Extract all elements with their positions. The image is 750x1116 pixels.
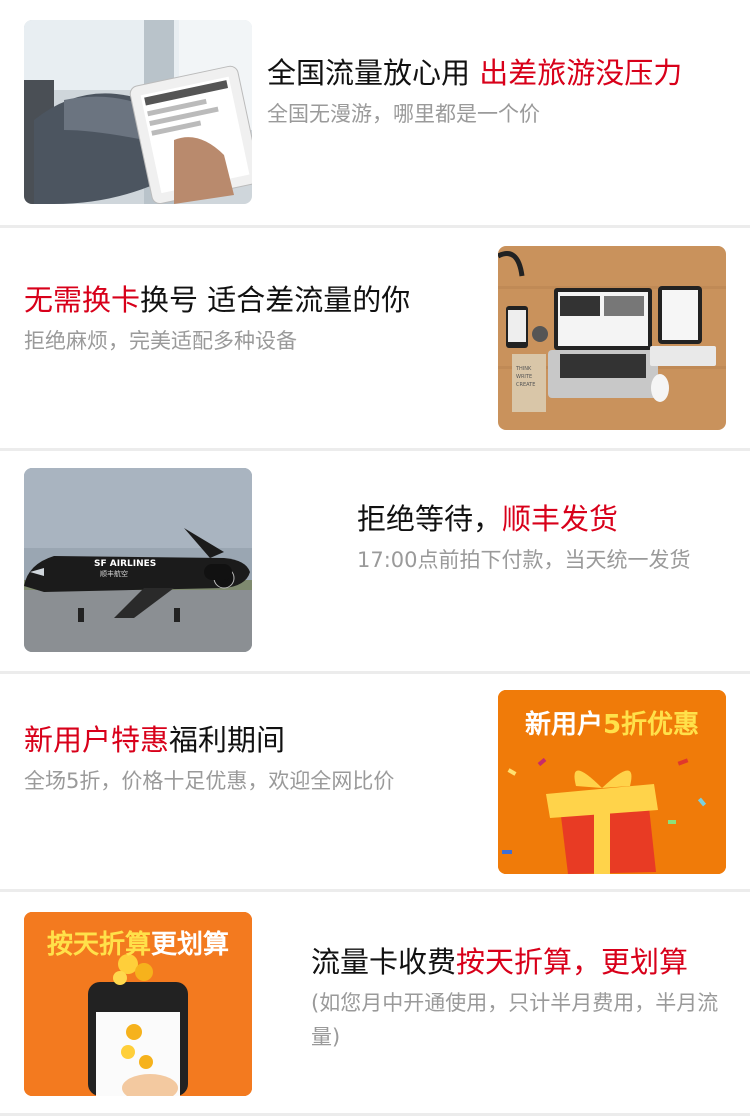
feature-subtitle: 拒绝麻烦，完美适配多种设备 [24, 329, 297, 353]
feature-title: 无需换卡换号 适合差流量的你 [24, 283, 411, 317]
feature-subtitle: 全国无漫游，哪里都是一个价 [267, 102, 540, 126]
tablet-reading-icon [24, 20, 252, 204]
feature-item-daily-billing[interactable]: 按天折算更划算 流量卡收费按天折算，更划算 (如您月中开通使用，只计半月费用，半… [0, 892, 750, 1116]
gift-box-icon: 新用户5折优惠 [498, 690, 726, 874]
feature-item-no-card-change[interactable]: 无需换卡换号 适合差流量的你 拒绝麻烦，完美适配多种设备 THINK WRITE… [0, 228, 750, 448]
svg-text:THINK: THINK [515, 366, 532, 372]
feature-title: 拒绝等待，顺丰发货 [357, 502, 619, 536]
svg-text:顺丰航空: 顺丰航空 [100, 569, 128, 578]
feature-item-new-user[interactable]: 新用户特惠福利期间 全场5折，价格十足优惠，欢迎全网比价 新用户5折优惠 [0, 674, 750, 889]
svg-text:CREATE: CREATE [516, 382, 535, 388]
phone-coins-icon: 按天折算更划算 [24, 912, 252, 1096]
feature-list: 全国流量放心用 出差旅游没压力 全国无漫游，哪里都是一个价 无需换卡换号 适合差… [0, 0, 750, 1116]
feature-item-nationwide[interactable]: 全国流量放心用 出差旅游没压力 全国无漫游，哪里都是一个价 [0, 0, 750, 225]
feature-title: 流量卡收费按天折算，更划算 [311, 945, 689, 979]
banner-text: 更划算 [151, 930, 230, 960]
feature-item-sf-shipping[interactable]: SF AIRLINES 顺丰航空 拒绝等待，顺丰发货 17:00点前拍下付款，当… [0, 451, 750, 671]
feature-title: 全国流量放心用 出差旅游没压力 [267, 56, 683, 90]
devices-desk-icon: THINK WRITE CREATE [498, 246, 726, 430]
feature-subtitle: (如您月中开通使用，只计半月费用，半月流量) [311, 991, 719, 1049]
banner-text-highlight: 按天折算 [46, 930, 151, 960]
svg-text:WRITE: WRITE [516, 374, 532, 380]
banner-text: 新用户 [524, 710, 603, 740]
feature-subtitle: 17:00点前拍下付款，当天统一发货 [357, 548, 691, 572]
feature-subtitle: 全场5折，价格十足优惠，欢迎全网比价 [24, 769, 395, 793]
feature-title: 新用户特惠福利期间 [24, 723, 286, 757]
sf-airlines-plane-icon: SF AIRLINES 顺丰航空 [24, 468, 252, 652]
svg-text:SF AIRLINES: SF AIRLINES [94, 559, 156, 569]
banner-text-highlight: 5折优惠 [602, 710, 700, 740]
